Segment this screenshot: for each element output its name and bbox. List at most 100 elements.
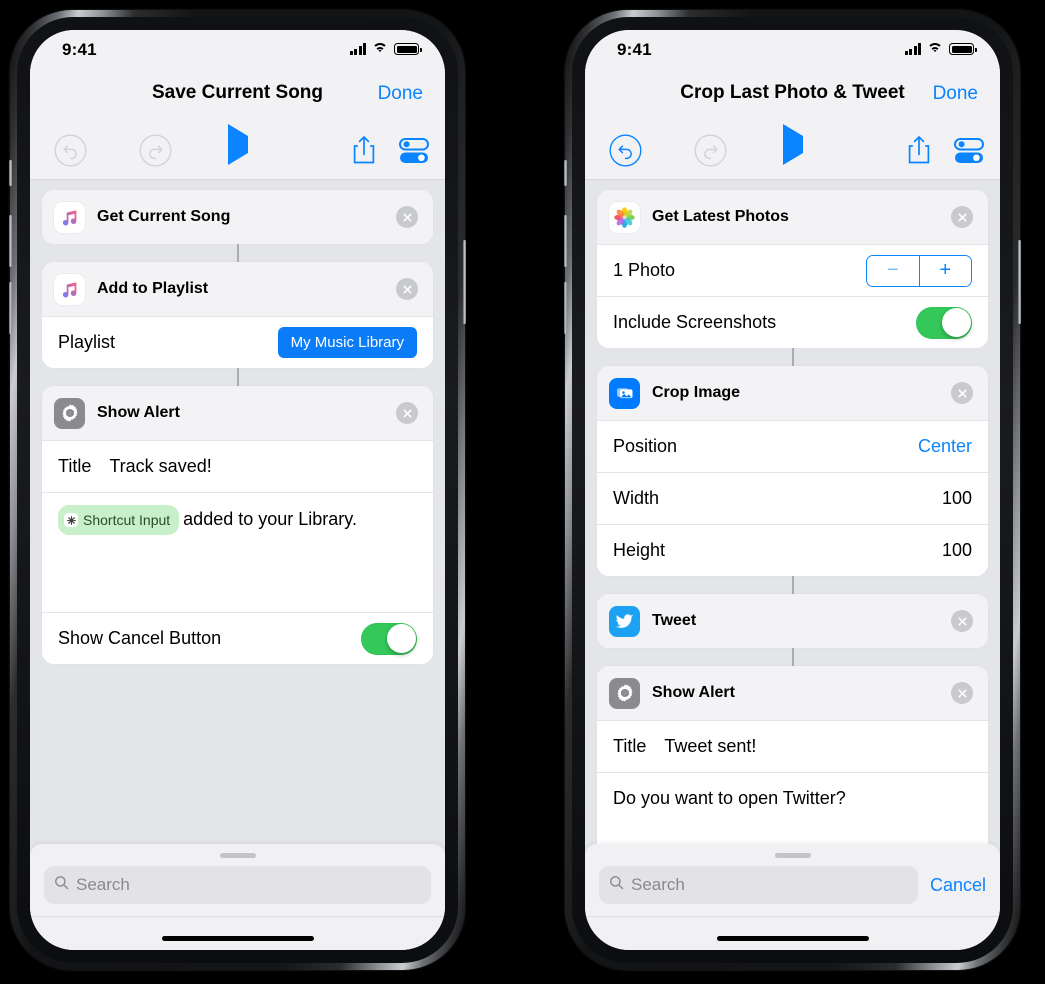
token-label: Shortcut Input <box>83 512 171 528</box>
remove-action-button[interactable] <box>396 278 418 300</box>
undo-icon[interactable] <box>54 134 87 171</box>
volume-up-button[interactable] <box>9 215 12 267</box>
signal-bars-icon <box>904 43 921 55</box>
search-placeholder: Search <box>631 875 685 894</box>
search-input[interactable]: Search <box>44 866 431 904</box>
action-header[interactable]: Tweet <box>597 594 988 648</box>
action-header[interactable]: Get Current Song <box>42 190 433 244</box>
action-header[interactable]: Show Alert <box>597 666 988 720</box>
action-card[interactable]: Add to Playlist Playlist My Music Librar… <box>42 262 433 368</box>
status-clock: 9:41 <box>617 40 652 59</box>
action-title: Show Alert <box>97 404 180 421</box>
action-card[interactable]: Show Alert Title Track saved! Shortcut I… <box>42 386 433 664</box>
action-row[interactable]: Title Track saved! <box>42 440 433 492</box>
action-header[interactable]: Crop Image <box>597 366 988 420</box>
search-placeholder: Search <box>76 875 130 894</box>
action-card[interactable]: Crop Image Position Center Width 100 Hei… <box>597 366 988 576</box>
volume-down-button[interactable] <box>564 282 567 334</box>
action-title: Add to Playlist <box>97 280 209 297</box>
remove-action-button[interactable] <box>951 382 973 404</box>
play-icon[interactable] <box>782 124 803 165</box>
toggle-switch[interactable] <box>916 306 972 339</box>
action-row[interactable]: Playlist My Music Library <box>42 316 433 368</box>
redo-icon[interactable] <box>661 134 727 171</box>
battery-icon <box>394 43 422 55</box>
row-value[interactable]: 100 <box>942 540 972 561</box>
share-icon[interactable] <box>349 136 379 171</box>
action-row[interactable]: 1 Photo − + <box>597 244 988 296</box>
action-card[interactable]: Get Latest Photos 1 Photo − + Include Sc… <box>597 190 988 348</box>
row-value[interactable]: 100 <box>942 488 972 509</box>
shortcut-actions-list: Get Latest Photos 1 Photo − + Include Sc… <box>585 180 1000 950</box>
action-card[interactable]: Get Current Song <box>42 190 433 244</box>
alert-message-field[interactable]: Shortcut Input added to your Library. <box>42 492 433 612</box>
title-field-value[interactable]: Tweet sent! <box>664 736 756 757</box>
home-indicator[interactable] <box>161 936 314 941</box>
action-header[interactable]: Get Latest Photos <box>597 190 988 244</box>
row-label: Show Cancel Button <box>58 628 222 648</box>
volume-down-button[interactable] <box>9 282 12 334</box>
alert-message-text: added to your Library. <box>183 508 357 529</box>
phone-bezel: 9:41 Save Current Song Done Get Current … <box>17 17 458 963</box>
power-button[interactable] <box>463 240 466 324</box>
remove-action-button[interactable] <box>396 206 418 228</box>
signal-bars-icon <box>349 43 366 55</box>
phone-screen: 9:41 Save Current Song Done Get Current … <box>30 30 445 950</box>
shortcut-input-glyph <box>64 513 78 527</box>
silent-switch[interactable] <box>9 160 12 186</box>
music-note-icon <box>54 201 85 233</box>
playlist-value-button[interactable]: My Music Library <box>277 327 417 358</box>
settings-toggles-icon[interactable] <box>954 138 984 168</box>
battery-icon <box>949 43 977 55</box>
action-title: Get Current Song <box>97 208 231 225</box>
row-value[interactable]: Center <box>918 436 972 457</box>
iphone-frame-left: 9:41 Save Current Song Done Get Current … <box>9 10 466 970</box>
row-label: Include Screenshots <box>613 312 777 332</box>
action-row[interactable]: Height 100 <box>597 524 988 576</box>
navigation-bar: Save Current Song Done <box>30 74 445 122</box>
home-indicator[interactable] <box>716 936 869 941</box>
gear-icon <box>609 677 640 709</box>
action-row[interactable]: Include Screenshots <box>597 296 988 348</box>
remove-action-button[interactable] <box>396 402 418 424</box>
shortcut-input-token[interactable]: Shortcut Input <box>58 505 180 535</box>
iphone-frame-right: 9:41 Crop Last Photo & Tweet Done Get La… <box>564 10 1021 970</box>
home-indicator-area <box>30 916 445 950</box>
settings-toggles-icon[interactable] <box>399 138 429 168</box>
remove-action-button[interactable] <box>951 682 973 704</box>
volume-up-button[interactable] <box>564 215 567 267</box>
remove-action-button[interactable] <box>951 610 973 632</box>
action-row[interactable]: Show Cancel Button <box>42 612 433 664</box>
action-header[interactable]: Show Alert <box>42 386 433 440</box>
grabber-handle[interactable] <box>219 853 256 858</box>
stepper-minus-button[interactable]: − <box>867 255 920 286</box>
grabber-handle[interactable] <box>774 853 811 858</box>
status-bar: 9:41 <box>30 30 445 74</box>
cancel-button[interactable]: Cancel <box>930 875 986 896</box>
quantity-stepper[interactable]: − + <box>866 254 972 287</box>
search-input[interactable]: Search <box>599 866 918 904</box>
shortcut-actions-list: Get Current Song Add to Playlist Playlis… <box>30 180 445 950</box>
stepper-plus-button[interactable]: + <box>919 255 971 286</box>
done-button[interactable]: Done <box>933 83 978 105</box>
action-list: Get Current Song Add to Playlist Playlis… <box>30 180 445 664</box>
action-row[interactable]: Title Tweet sent! <box>597 720 988 772</box>
silent-switch[interactable] <box>564 160 567 186</box>
action-header[interactable]: Add to Playlist <box>42 262 433 316</box>
toggle-switch[interactable] <box>361 622 417 655</box>
title-field-value[interactable]: Track saved! <box>109 456 211 477</box>
action-card[interactable]: Tweet <box>597 594 988 648</box>
play-icon[interactable] <box>227 124 248 165</box>
row-label: Playlist <box>58 332 116 352</box>
row-label: Width <box>613 488 660 508</box>
remove-action-button[interactable] <box>951 206 973 228</box>
undo-icon[interactable] <box>609 134 642 171</box>
power-button[interactable] <box>1018 240 1021 324</box>
twitter-icon <box>609 605 640 637</box>
redo-icon[interactable] <box>106 134 172 171</box>
alert-message-text: Do you want to open Twitter? <box>613 788 846 808</box>
share-icon[interactable] <box>904 136 934 171</box>
action-row[interactable]: Width 100 <box>597 472 988 524</box>
action-row[interactable]: Position Center <box>597 420 988 472</box>
done-button[interactable]: Done <box>378 83 423 105</box>
